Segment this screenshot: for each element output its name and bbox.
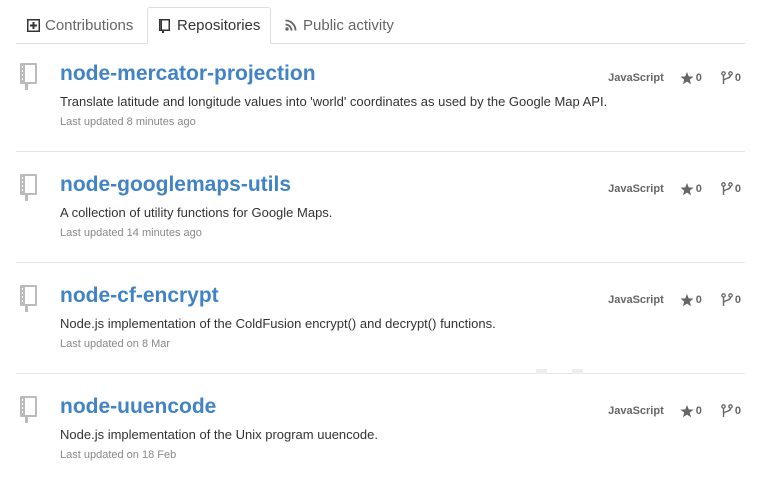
tab-repositories[interactable]: Repositories bbox=[147, 7, 272, 44]
fork-icon bbox=[721, 293, 733, 306]
repo-description: Node.js implementation of the ColdFusion… bbox=[60, 316, 496, 331]
tab-public-activity-label: Public activity bbox=[303, 16, 394, 34]
tab-contributions-label: Contributions bbox=[45, 16, 134, 34]
repo-book-icon bbox=[20, 63, 38, 91]
repo-stars[interactable]: 0 bbox=[680, 71, 702, 85]
repo-book-icon bbox=[20, 174, 38, 202]
repo-forks-count: 0 bbox=[734, 183, 741, 195]
repo-list-item: node-cf-encrypt Node.js implementation o… bbox=[16, 263, 745, 374]
tab-public-activity[interactable]: Public activity bbox=[284, 7, 394, 43]
plus-box-icon bbox=[26, 18, 40, 32]
fork-icon bbox=[721, 71, 733, 84]
tab-repositories-label: Repositories bbox=[177, 17, 261, 34]
repo-name-link[interactable]: node-uuencode bbox=[60, 395, 216, 419]
repo-forks-count: 0 bbox=[734, 405, 741, 417]
repo-stats: JavaScript 0 0 bbox=[608, 71, 741, 85]
repo-list-item: node-googlemaps-utils A collection of ut… bbox=[16, 152, 745, 263]
repo-stars-count: 0 bbox=[695, 72, 702, 84]
repo-description: Node.js implementation of the Unix progr… bbox=[60, 427, 378, 442]
rss-icon bbox=[284, 18, 298, 32]
repo-book-icon bbox=[20, 285, 38, 313]
repo-forks[interactable]: 0 bbox=[721, 404, 741, 418]
repo-stars-count: 0 bbox=[695, 405, 702, 417]
repo-name-link[interactable]: node-mercator-projection bbox=[60, 62, 316, 86]
tab-contributions[interactable]: Contributions bbox=[26, 7, 133, 43]
repo-name-link[interactable]: node-cf-encrypt bbox=[60, 284, 219, 308]
repo-language: JavaScript bbox=[608, 405, 664, 417]
repo-stats: JavaScript 0 0 bbox=[608, 293, 741, 307]
fork-icon bbox=[721, 404, 733, 417]
repo-stats: JavaScript 0 0 bbox=[608, 182, 741, 196]
repo-language: JavaScript bbox=[608, 183, 664, 195]
fork-icon bbox=[721, 182, 733, 195]
repo-forks-count: 0 bbox=[734, 72, 741, 84]
star-icon bbox=[680, 71, 694, 84]
star-icon bbox=[680, 404, 694, 417]
repo-book-icon bbox=[20, 396, 38, 424]
repo-list-item: node-mercator-projection Translate latit… bbox=[16, 41, 745, 152]
repo-forks[interactable]: 0 bbox=[721, 293, 741, 307]
book-icon bbox=[158, 18, 172, 33]
repo-updated-time: Last updated 8 minutes ago bbox=[60, 116, 196, 128]
repo-forks[interactable]: 0 bbox=[721, 182, 741, 196]
repo-name-link[interactable]: node-googlemaps-utils bbox=[60, 173, 291, 197]
repo-stats: JavaScript 0 0 bbox=[608, 404, 741, 418]
repo-updated-time: Last updated 14 minutes ago bbox=[60, 227, 202, 239]
repo-stars-count: 0 bbox=[695, 294, 702, 306]
repo-updated-time: Last updated on 18 Feb bbox=[60, 449, 177, 461]
repo-description: A collection of utility functions for Go… bbox=[60, 205, 333, 220]
repo-forks[interactable]: 0 bbox=[721, 71, 741, 85]
profile-tabs: Contributions Repositories Public activi… bbox=[16, 7, 745, 44]
repo-stars-count: 0 bbox=[695, 183, 702, 195]
star-icon bbox=[680, 293, 694, 306]
repo-stars[interactable]: 0 bbox=[680, 182, 702, 196]
repo-updated-time: Last updated on 8 Mar bbox=[60, 338, 171, 350]
repo-list-item: node-uuencode Node.js implementation of … bbox=[16, 374, 745, 485]
repo-language: JavaScript bbox=[608, 72, 664, 84]
repo-forks-count: 0 bbox=[734, 294, 741, 306]
repo-language: JavaScript bbox=[608, 294, 664, 306]
repo-stars[interactable]: 0 bbox=[680, 404, 702, 418]
star-icon bbox=[680, 182, 694, 195]
repo-description: Translate latitude and longitude values … bbox=[60, 94, 608, 109]
repo-stars[interactable]: 0 bbox=[680, 293, 702, 307]
